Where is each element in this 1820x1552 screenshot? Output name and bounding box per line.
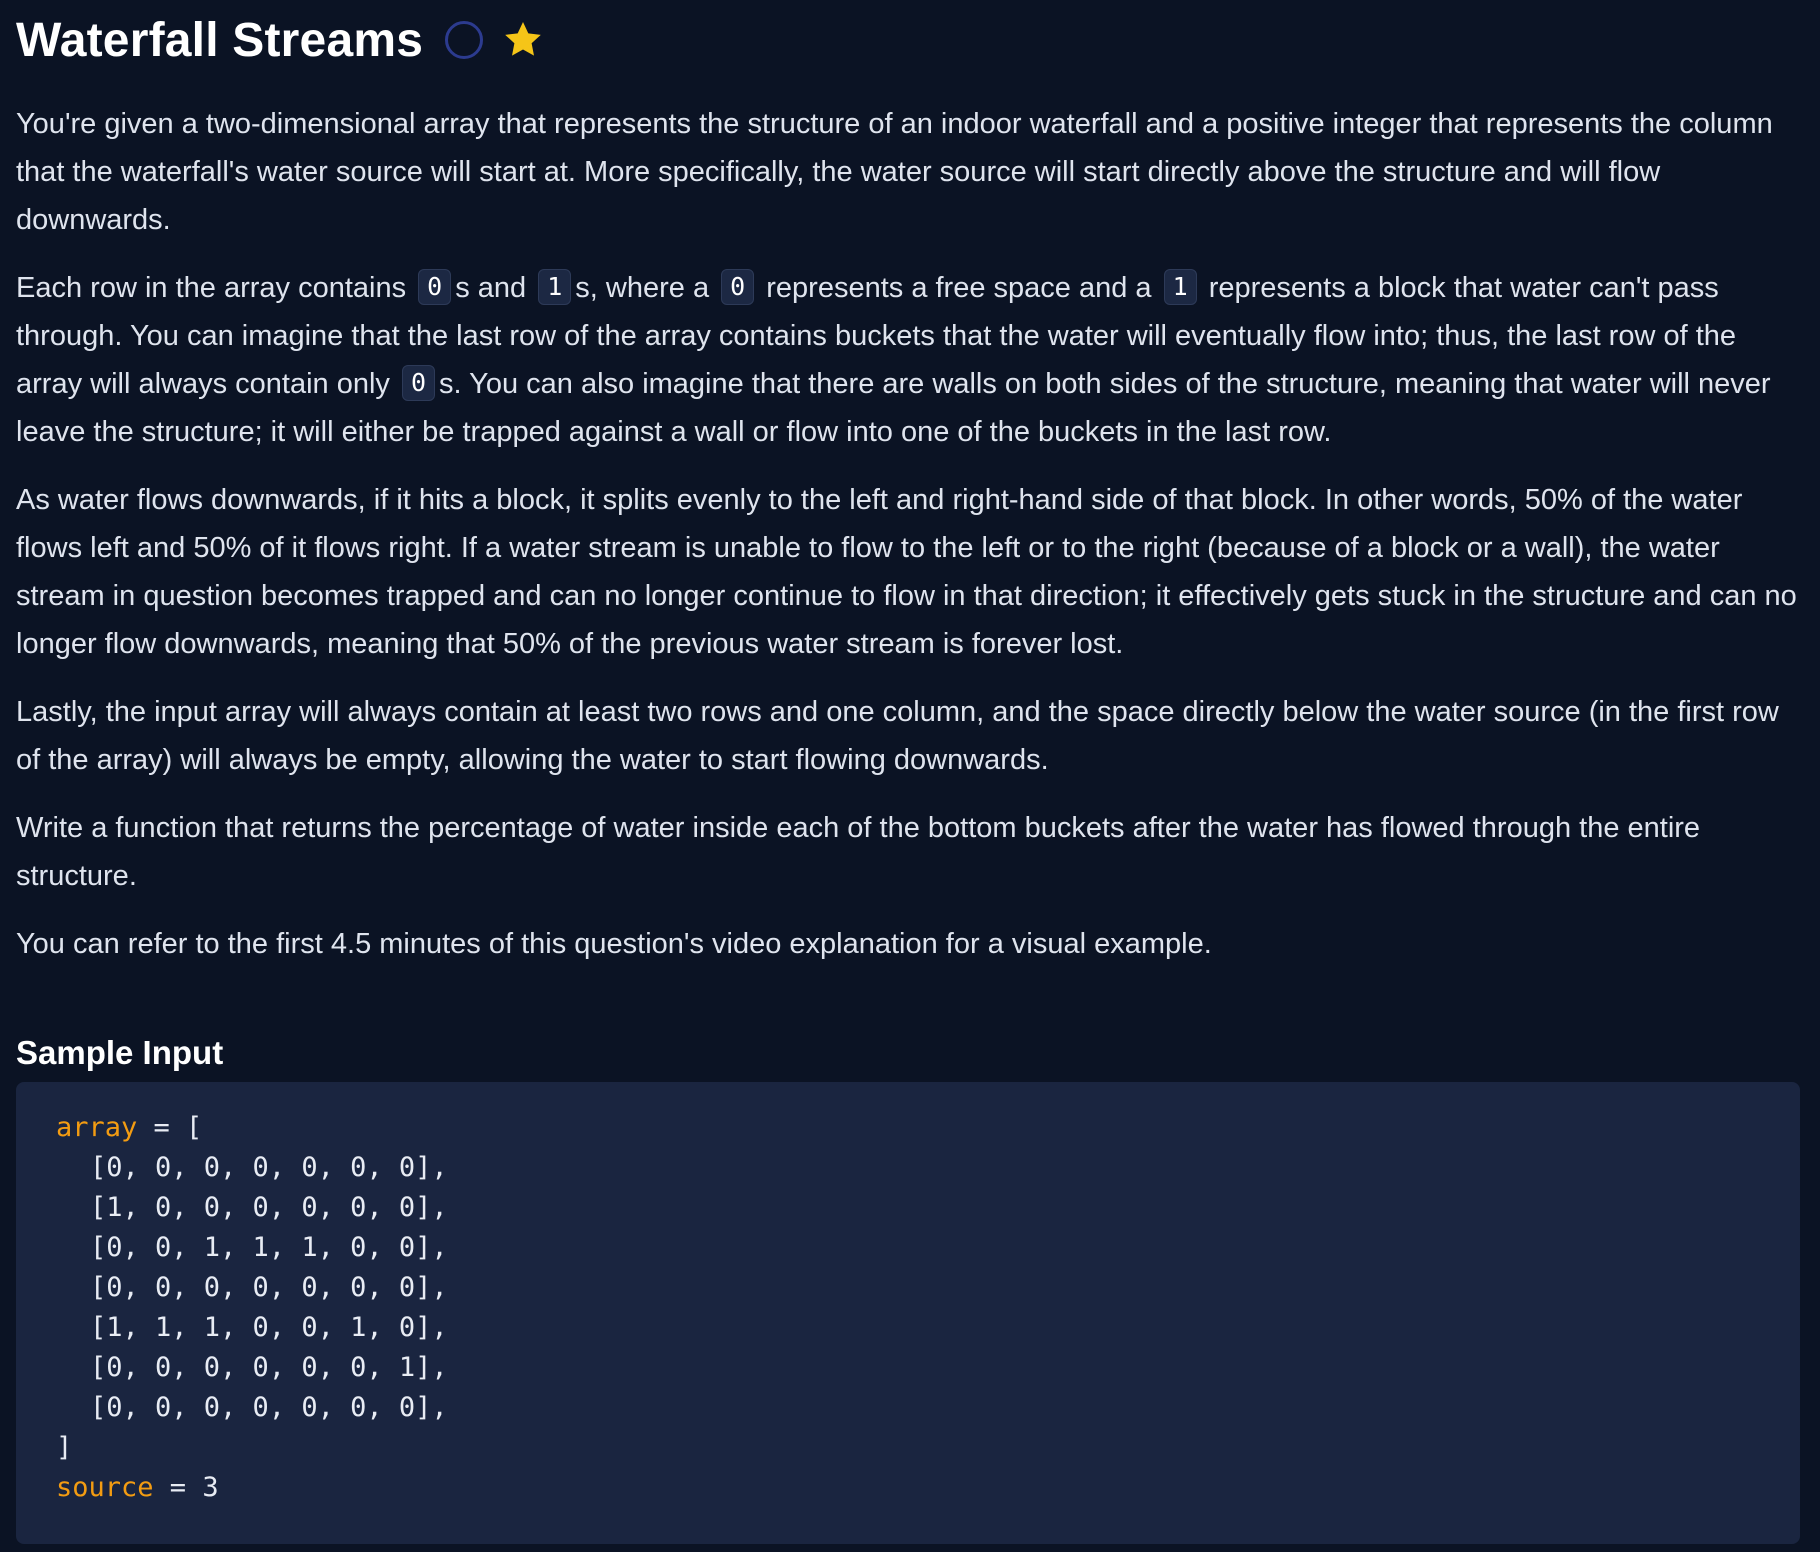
array-row: [0, 0, 0, 0, 0, 0, 1], (90, 1352, 448, 1383)
code-line: array = [ (56, 1108, 1760, 1148)
variable-name: source (56, 1472, 154, 1503)
code-line: ] (56, 1432, 73, 1463)
question-description: You're given a two-dimensional array tha… (16, 100, 1800, 968)
inline-code: 1 (538, 269, 572, 305)
description-paragraph: You're given a two-dimensional array tha… (16, 108, 1773, 236)
array-row: [0, 0, 0, 0, 0, 0, 0], (90, 1272, 448, 1303)
description-paragraph: As water flows downwards, if it hits a b… (16, 484, 1797, 660)
description-paragraph: You can refer to the first 4.5 minutes o… (16, 928, 1212, 960)
text-span: s, where a (575, 272, 718, 304)
array-row: [1, 1, 1, 0, 0, 1, 0], (90, 1312, 448, 1343)
text-span: Each row in the array contains (16, 272, 415, 304)
sample-input-code-block[interactable]: array = [ [0, 0, 0, 0, 0, 0, 0], [1, 0, 0,… (16, 1082, 1800, 1544)
code-line: source = 3 (56, 1468, 1760, 1508)
inline-code: 0 (401, 365, 436, 401)
array-row: [0, 0, 0, 0, 0, 0, 0], (90, 1152, 448, 1183)
variable-name: array (56, 1112, 138, 1143)
array-row: [0, 0, 1, 1, 1, 0, 0], (90, 1232, 448, 1263)
code-text: = 3 (153, 1472, 219, 1503)
array-row: [0, 0, 0, 0, 0, 0, 0], (90, 1392, 448, 1423)
text-span: represents a free space and a (758, 272, 1160, 304)
description-paragraph: Lastly, the input array will always cont… (16, 696, 1779, 776)
title-row: Waterfall Streams (16, 0, 1800, 80)
description-paragraph: Each row in the array contains 0s and 1s… (16, 264, 1800, 456)
text-span: s and (455, 272, 535, 304)
code-text: = [ (137, 1112, 203, 1143)
description-paragraph: Write a function that returns the percen… (16, 812, 1701, 892)
star-icon[interactable] (501, 18, 545, 62)
inline-code: 1 (1163, 269, 1197, 305)
inline-code: 0 (721, 269, 755, 305)
sample-input-heading: Sample Input (16, 1034, 224, 1071)
question-title: Waterfall Streams (16, 13, 424, 67)
array-row: [1, 0, 0, 0, 0, 0, 0], (90, 1192, 448, 1223)
question-page: Waterfall Streams You're given a two-dim… (16, 0, 1800, 1544)
inline-code: 0 (418, 269, 452, 305)
empty-circle-icon[interactable] (445, 21, 484, 59)
